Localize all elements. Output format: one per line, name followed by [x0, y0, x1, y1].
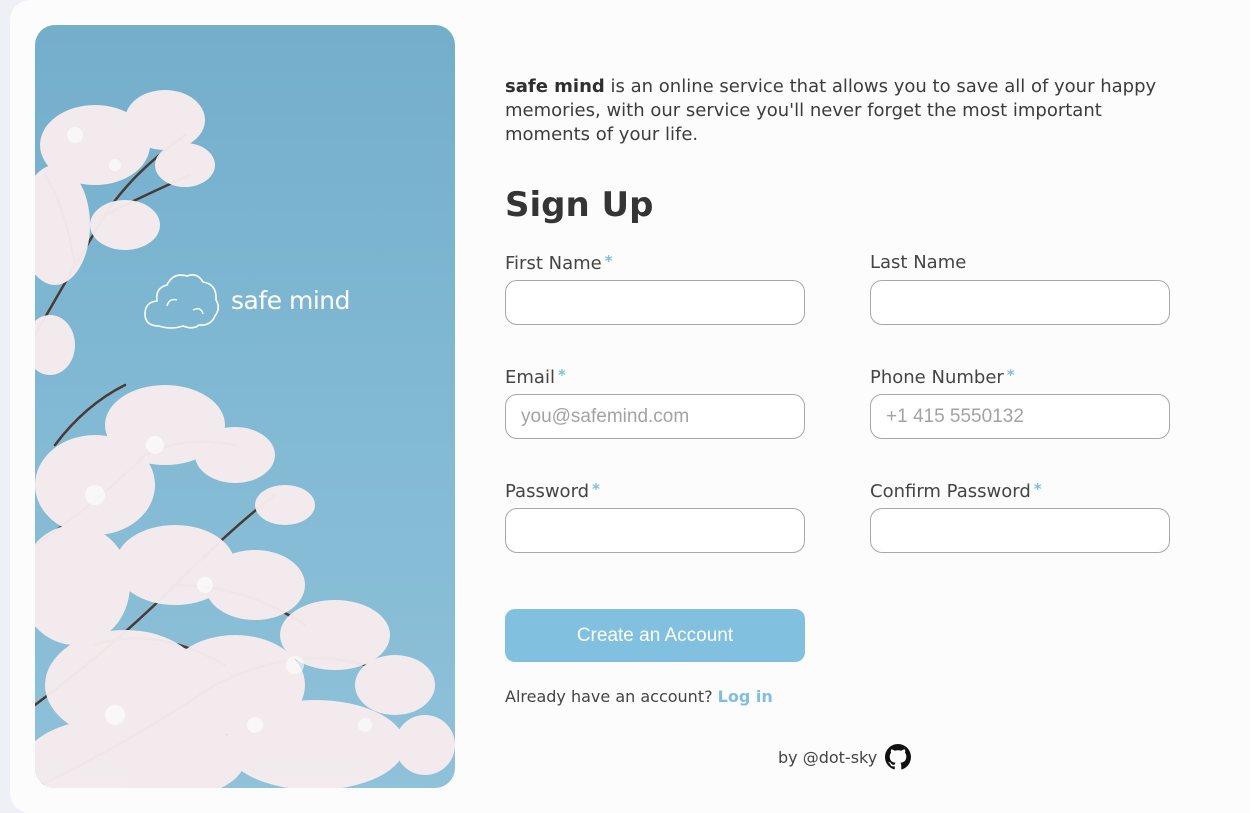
last-name-label: Last Name — [870, 252, 1170, 280]
cherry-blossom-illustration — [35, 90, 455, 788]
credit-text: by @dot-sky — [778, 747, 878, 767]
required-mark: * — [1006, 366, 1015, 384]
hero-image-panel: safe mind — [35, 25, 455, 788]
github-icon[interactable] — [885, 744, 912, 770]
last-name-field: Last Name — [870, 252, 1170, 325]
footer-credit: by @dot-sky — [778, 744, 912, 770]
password-label-text: Password — [505, 481, 590, 502]
password-field: Password * — [505, 480, 805, 553]
email-field: Email * — [505, 366, 805, 439]
phone-field: Phone Number * — [870, 366, 1170, 439]
required-mark: * — [604, 252, 613, 270]
phone-input[interactable] — [870, 394, 1170, 439]
first-name-label: First Name * — [505, 252, 805, 280]
cloud-icon — [144, 274, 220, 329]
intro-paragraph: safe mind is an online service that allo… — [505, 75, 1185, 147]
email-label-text: Email — [505, 367, 555, 388]
login-prompt-text: Already have an account? — [505, 687, 718, 706]
create-account-button[interactable]: Create an Account — [505, 609, 805, 662]
last-name-label-text: Last Name — [870, 252, 967, 273]
last-name-input[interactable] — [870, 280, 1170, 325]
password-input[interactable] — [505, 508, 805, 553]
phone-label: Phone Number * — [870, 366, 1170, 394]
confirm-password-input[interactable] — [870, 508, 1170, 553]
email-label: Email * — [505, 366, 805, 394]
required-mark: * — [557, 366, 566, 384]
required-mark: * — [592, 480, 600, 498]
brand-logo: safe mind — [143, 270, 351, 330]
phone-label-text: Phone Number — [870, 367, 1004, 388]
password-label: Password * — [505, 480, 805, 508]
confirm-password-field: Confirm Password * — [870, 480, 1170, 553]
required-mark: * — [1033, 480, 1042, 498]
intro-brand: safe mind — [505, 76, 605, 97]
login-prompt: Already have an account? Log in — [505, 687, 773, 706]
brand-name: safe mind — [231, 285, 351, 315]
confirm-password-label: Confirm Password * — [870, 480, 1170, 508]
first-name-label-text: First Name — [505, 253, 602, 274]
page-title: Sign Up — [505, 185, 654, 225]
first-name-field: First Name * — [505, 252, 805, 325]
email-input[interactable] — [505, 394, 805, 439]
login-link[interactable]: Log in — [718, 687, 773, 706]
first-name-input[interactable] — [505, 280, 805, 325]
confirm-password-label-text: Confirm Password — [870, 481, 1031, 502]
